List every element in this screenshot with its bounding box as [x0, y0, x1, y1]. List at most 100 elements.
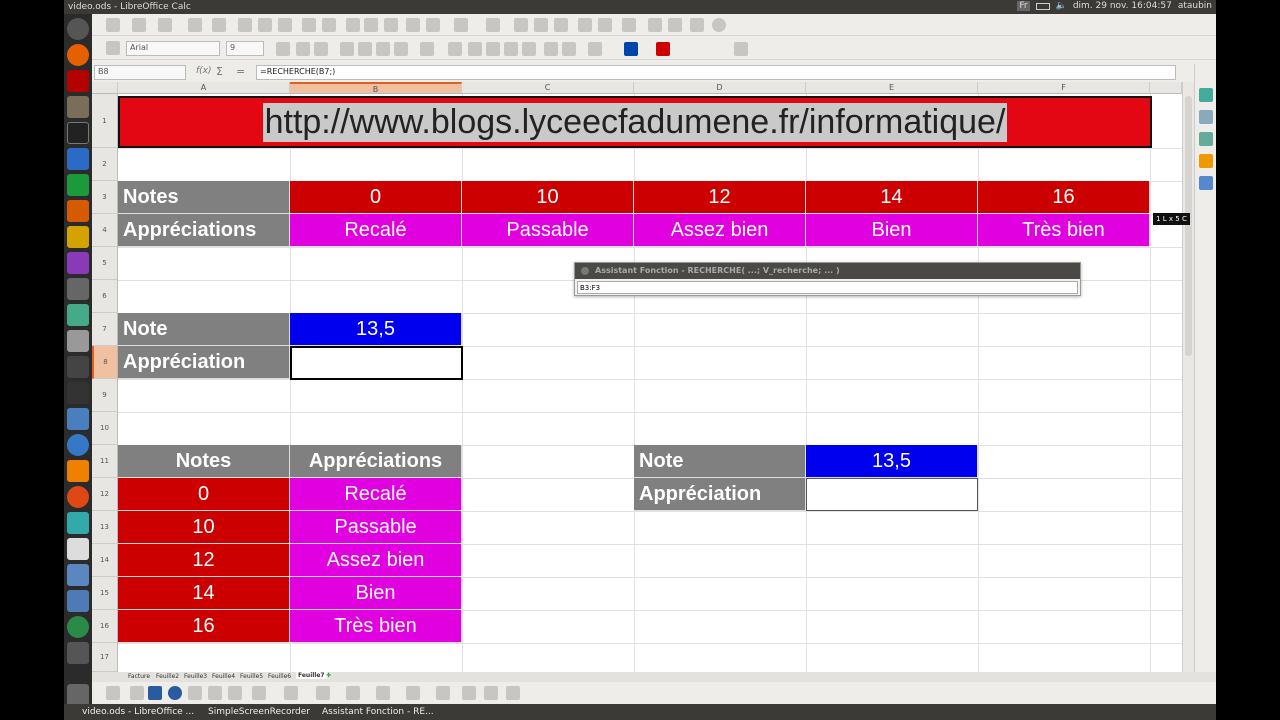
- gallery-icon[interactable]: [690, 18, 704, 32]
- table-note-cell[interactable]: 16: [118, 610, 290, 643]
- callouts-icon[interactable]: [376, 686, 390, 700]
- redo-icon[interactable]: [454, 18, 468, 32]
- appreciation-cell[interactable]: Recalé: [290, 214, 462, 247]
- merge-icon[interactable]: [420, 42, 434, 56]
- terminal-icon[interactable]: [67, 122, 89, 144]
- styles-panel-icon[interactable]: [1199, 110, 1213, 124]
- close-icon[interactable]: [581, 267, 589, 275]
- copy-icon[interactable]: [364, 18, 378, 32]
- note-threshold-cell[interactable]: 0: [290, 181, 462, 214]
- clone-icon[interactable]: [406, 18, 420, 32]
- function-wizard-icon[interactable]: f(x): [196, 66, 212, 76]
- ubuntu-icon[interactable]: [67, 486, 89, 508]
- number-icon[interactable]: [486, 42, 500, 56]
- tab-feuille6[interactable]: Feuille6: [268, 673, 291, 680]
- right-appreciation-label-cell[interactable]: Appréciation: [634, 478, 806, 511]
- align-center-icon[interactable]: [358, 42, 372, 56]
- clock[interactable]: dim. 29 nov. 16:04:57: [1073, 1, 1172, 11]
- align-right-icon[interactable]: [376, 42, 390, 56]
- underline-icon[interactable]: [314, 42, 328, 56]
- table-note-cell[interactable]: 14: [118, 577, 290, 610]
- italic-icon[interactable]: [296, 42, 310, 56]
- table-appr-cell[interactable]: Très bien: [290, 610, 462, 643]
- fontwork-icon[interactable]: [462, 686, 476, 700]
- shapes-icon[interactable]: [252, 686, 266, 700]
- pdf-icon[interactable]: [238, 18, 252, 32]
- tab-facture[interactable]: Facture: [128, 673, 150, 680]
- user-name[interactable]: ataubin: [1178, 1, 1212, 11]
- autospell-icon[interactable]: [322, 18, 336, 32]
- justify-icon[interactable]: [394, 42, 408, 56]
- row-header[interactable]: 5: [92, 247, 118, 280]
- background-color-icon[interactable]: [624, 42, 638, 56]
- hyperlink-icon[interactable]: [486, 18, 500, 32]
- font-size-combo[interactable]: 9: [226, 41, 264, 56]
- note-threshold-cell[interactable]: 14: [806, 181, 978, 214]
- scroll-thumb[interactable]: [1185, 96, 1192, 356]
- align-left-icon[interactable]: [340, 42, 354, 56]
- filter-icon[interactable]: [554, 18, 568, 32]
- range-input[interactable]: [577, 281, 1078, 294]
- math-icon[interactable]: [67, 252, 89, 274]
- select-icon[interactable]: [106, 686, 120, 700]
- files-icon[interactable]: [67, 96, 89, 118]
- indent-decrease-icon[interactable]: [544, 42, 558, 56]
- equals-icon[interactable]: =: [236, 65, 245, 78]
- remote-icon[interactable]: [67, 512, 89, 534]
- borders-icon[interactable]: [588, 42, 602, 56]
- lang-indicator[interactable]: Fr: [1017, 1, 1030, 11]
- column-header-g[interactable]: [1150, 82, 1182, 94]
- display-icon[interactable]: [67, 590, 89, 612]
- extrusion-icon[interactable]: [484, 686, 498, 700]
- functions-panel-icon[interactable]: [1199, 176, 1213, 190]
- row-header[interactable]: 11: [92, 445, 118, 478]
- appreciation-cell[interactable]: Bien: [806, 214, 978, 247]
- table-appr-cell[interactable]: Bien: [290, 577, 462, 610]
- row-header[interactable]: 9: [92, 379, 118, 412]
- row-header[interactable]: 6: [92, 280, 118, 313]
- line-icon[interactable]: [130, 686, 144, 700]
- chart-icon[interactable]: [578, 18, 592, 32]
- table-header-appreciations[interactable]: Appréciations: [290, 445, 462, 478]
- print-icon[interactable]: [258, 18, 272, 32]
- row-header[interactable]: 13: [92, 511, 118, 544]
- note-label-cell[interactable]: Note: [118, 313, 290, 346]
- vlc-icon[interactable]: [67, 460, 89, 482]
- url-banner-cell[interactable]: http://www.blogs.lyceecfadumene.fr/infor…: [118, 96, 1152, 148]
- row-header[interactable]: 10: [92, 412, 118, 445]
- row-header[interactable]: 2: [92, 148, 118, 181]
- row-header[interactable]: 17: [92, 643, 118, 672]
- navigator-panel-icon[interactable]: [1199, 154, 1213, 168]
- writer-icon[interactable]: [67, 148, 89, 170]
- inkscape-icon[interactable]: [67, 356, 89, 378]
- flowchart-icon[interactable]: [346, 686, 360, 700]
- insert-image-icon[interactable]: [506, 686, 520, 700]
- battery-icon[interactable]: [1035, 2, 1050, 10]
- tab-feuille2[interactable]: Feuille2: [156, 673, 179, 680]
- task-libreoffice[interactable]: video.ods - LibreOffice ...: [68, 706, 194, 718]
- sidebar-toggle-icon[interactable]: [734, 42, 748, 56]
- row-header[interactable]: 8: [92, 346, 118, 379]
- callout-icon[interactable]: [228, 686, 242, 700]
- row-header[interactable]: 3: [92, 181, 118, 214]
- ftp-icon[interactable]: [67, 408, 89, 430]
- draw-functions-icon[interactable]: [622, 18, 636, 32]
- undo-icon[interactable]: [426, 18, 440, 32]
- draw-icon[interactable]: [67, 226, 89, 248]
- column-header-c[interactable]: C: [462, 82, 634, 94]
- filezilla-icon[interactable]: [67, 70, 89, 92]
- column-header-b[interactable]: B: [290, 82, 462, 94]
- ellipse-icon[interactable]: [168, 686, 182, 700]
- calculator-icon[interactable]: [67, 330, 89, 352]
- rectangle-icon[interactable]: [148, 686, 162, 700]
- indent-increase-icon[interactable]: [562, 42, 576, 56]
- notes-label-cell[interactable]: Notes: [118, 181, 290, 214]
- row-header[interactable]: 16: [92, 610, 118, 643]
- column-header-d[interactable]: D: [634, 82, 806, 94]
- block-arrows-icon[interactable]: [316, 686, 330, 700]
- table-appr-cell[interactable]: Assez bien: [290, 544, 462, 577]
- appreciation-label-cell[interactable]: Appréciation: [118, 346, 290, 379]
- media-player-icon[interactable]: [67, 434, 89, 456]
- impress-icon[interactable]: [67, 200, 89, 222]
- font-color-icon[interactable]: [656, 42, 670, 56]
